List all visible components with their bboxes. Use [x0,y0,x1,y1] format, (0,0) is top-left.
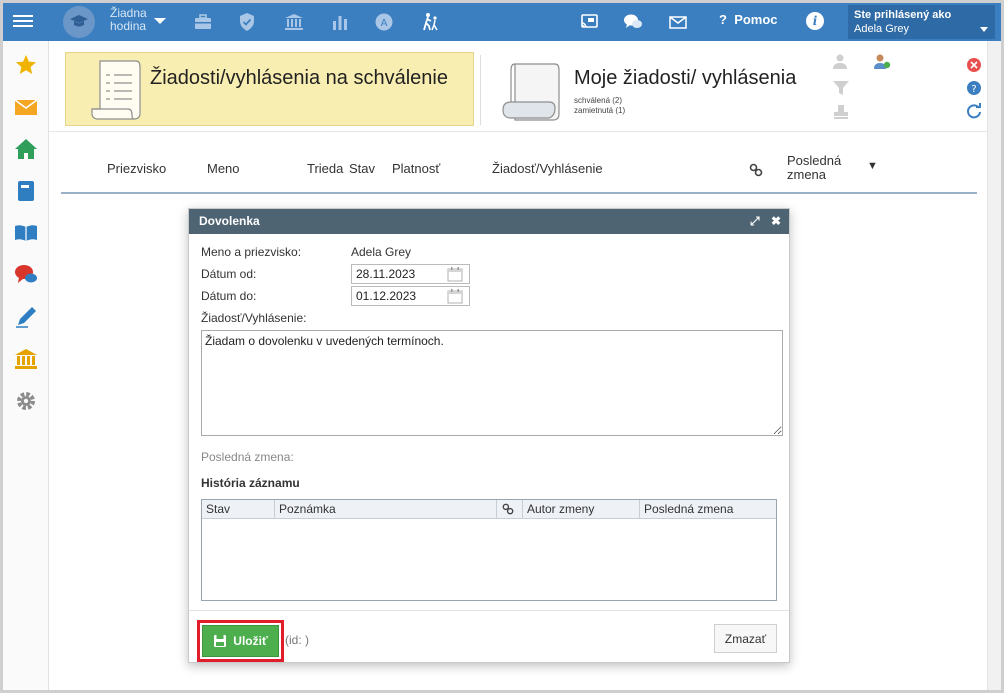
column-platnost[interactable]: Platnosť [392,161,440,176]
svg-text:A: A [381,18,388,29]
name-value: Adela Grey [351,245,412,259]
document-list-icon [91,60,141,120]
link-icon[interactable] [497,500,523,519]
delete-button[interactable]: Zmazať [714,624,777,653]
approved-count: schválená (2) [574,96,623,105]
close-icon[interactable]: ✖ [771,214,781,228]
chevron-down-icon[interactable] [154,18,166,24]
briefcase-icon[interactable] [193,12,213,32]
column-trieda[interactable]: Trieda [307,161,343,176]
refresh-icon[interactable] [965,102,983,120]
book-icon[interactable] [14,179,38,203]
menu-icon[interactable] [13,12,33,30]
bank-icon[interactable] [284,12,304,32]
calendar-icon[interactable] [447,267,463,282]
star-icon[interactable] [14,53,38,77]
stamp-icon[interactable] [832,103,850,121]
person-icon[interactable] [832,53,850,71]
user-add-icon[interactable] [873,53,891,71]
record-id: (id: ) [285,633,309,647]
svg-text:?: ? [971,84,976,95]
dialog-title-bar[interactable]: Dovolenka ⤢ ✖ [189,209,789,234]
filter-icon[interactable] [832,79,850,97]
app-frame: Žiadna hodina A ? Pomoc i Ste prihlásený… [3,3,1001,690]
pending-requests-title: Žiadosti/vyhlásenia na schválenie [150,67,448,89]
bar-chart-icon[interactable] [330,12,350,32]
user-name: Adela Grey [854,23,910,35]
open-book-icon[interactable] [14,221,38,245]
history-table-header: Stav Poznámka Autor zmeny Posledná zmena [202,500,776,519]
request-label: Žiadosť/Vyhlásenie: [201,311,307,325]
last-change-label: Posledná zmena: [201,450,294,464]
question-icon: ? [719,12,727,27]
pending-requests-card[interactable]: Žiadosti/vyhlásenia na schválenie [65,52,474,126]
date-from-label: Dátum od: [201,267,257,281]
page-scrollbar[interactable] [987,41,1001,690]
save-button[interactable]: Uložiť [202,625,279,657]
user-menu[interactable]: Ste prihlásený ako Adela Grey [848,5,995,39]
column-meno[interactable]: Meno [207,161,240,176]
shield-icon[interactable] [237,12,257,32]
history-col-stav[interactable]: Stav [202,500,275,519]
history-table: Stav Poznámka Autor zmeny Posledná zmena [201,499,777,601]
chat-icon[interactable] [623,12,643,32]
pen-icon[interactable] [14,305,38,329]
rejected-count: zamietnutá (1) [574,106,626,115]
date-to-label: Dátum do: [201,289,257,303]
grade-icon[interactable]: A [374,12,394,32]
calendar-icon[interactable] [447,289,463,304]
mail-icon[interactable] [14,95,38,119]
user-prefix: Ste prihlásený ako [854,9,952,21]
my-requests-title: Moje žiadosti/ vyhlásenia [574,67,797,89]
dialog-title: Dovolenka [199,214,260,228]
gear-icon[interactable] [14,389,38,413]
scroll-icon [502,63,560,121]
history-col-last-change[interactable]: Posledná zmena [640,500,776,519]
hour-selector-label[interactable]: Žiadna hodina [110,7,154,33]
top-bar: Žiadna hodina A ? Pomoc i Ste prihlásený… [3,3,1001,41]
graduation-cap-icon[interactable] [63,6,95,38]
history-col-note[interactable]: Poznámka [275,500,497,519]
my-requests-card[interactable]: Moje žiadosti/ vyhlásenia schválená (2) … [497,52,817,126]
column-last-change[interactable]: Posledná zmena [787,154,849,182]
chat-icon[interactable] [14,263,38,287]
help-label: Pomoc [734,12,778,27]
header-divider-line [49,131,1001,132]
mail-icon[interactable] [668,12,688,32]
sort-desc-icon[interactable]: ▼ [867,160,878,172]
request-textarea[interactable]: Žiadam o dovolenku v uvedených termínoch… [201,330,783,436]
link-icon[interactable] [749,163,763,180]
column-priezvisko[interactable]: Priezvisko [107,161,166,176]
floppy-disk-icon [214,635,227,647]
history-title: História záznamu [201,476,300,490]
help-button[interactable]: ? Pomoc [719,12,778,27]
sidebar [3,41,49,690]
column-request[interactable]: Žiadosť/Vyhlásenie [492,161,603,176]
column-stav[interactable]: Stav [349,161,375,176]
history-col-author[interactable]: Autor zmeny [523,500,640,519]
header-divider [480,55,481,125]
info-icon[interactable]: i [806,12,824,30]
home-icon[interactable] [14,137,38,161]
dialog-footer-divider [189,610,789,611]
walking-people-icon[interactable] [420,12,440,32]
name-label: Meno a priezvisko: [201,245,302,259]
chevron-down-icon[interactable] [980,27,988,32]
vacation-dialog: Dovolenka ⤢ ✖ Meno a priezvisko: Adela G… [188,208,790,663]
cast-icon[interactable] [579,12,599,32]
save-label: Uložiť [233,634,268,648]
grid-header-line [61,192,977,194]
bank-icon[interactable] [14,347,38,371]
help-circle-icon[interactable]: ? [965,79,983,97]
expand-icon[interactable]: ⤢ [750,214,760,228]
close-circle-icon[interactable] [965,56,983,74]
